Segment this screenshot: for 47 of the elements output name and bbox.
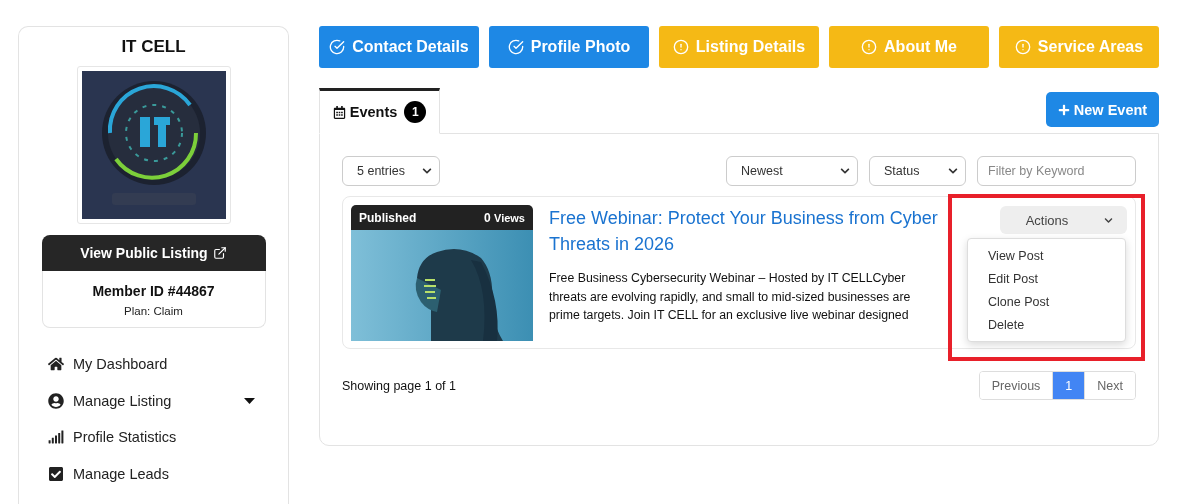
- pagination-button[interactable]: Next: [1084, 372, 1135, 399]
- user-icon: [48, 392, 64, 409]
- sidebar-item-label: Profile Statistics: [73, 429, 178, 446]
- entries-select[interactable]: 5 entries: [342, 156, 440, 186]
- sort-select[interactable]: Newest: [726, 156, 858, 186]
- count-badge: 1: [404, 101, 427, 123]
- sidebar-item-label: Manage Listing: [73, 392, 173, 409]
- checkbox-icon: [48, 465, 64, 482]
- bar-chart-icon: [48, 429, 64, 446]
- chevron-icon: [948, 166, 958, 176]
- chevron-icon: [422, 166, 432, 176]
- member-id: Member ID #44867: [92, 283, 215, 299]
- pagination-button[interactable]: 1: [1052, 372, 1085, 399]
- sidebar-item-label: Manage Leads: [73, 465, 170, 482]
- listing-name: IT CELL: [121, 37, 186, 57]
- sidebar-item[interactable]: Profile Statistics: [42, 419, 265, 456]
- menu-item[interactable]: Edit Post: [968, 267, 1125, 290]
- status-label: Published: [359, 210, 417, 225]
- menu-item[interactable]: Delete: [968, 313, 1125, 336]
- check-circle-icon: [507, 39, 524, 55]
- status-select[interactable]: Status: [869, 156, 966, 186]
- alert-circle-icon: [1014, 39, 1031, 55]
- plan-label: Plan: Claim: [124, 305, 183, 317]
- actions-button[interactable]: Actions: [1000, 206, 1127, 234]
- views-count: 0 Views: [483, 210, 525, 225]
- sidebar-item[interactable]: Manage Listing: [42, 382, 265, 419]
- events-tab[interactable]: Events 1: [319, 88, 440, 134]
- sidebar-item-label: My Dashboard: [73, 356, 169, 373]
- chevron-icon: [840, 166, 850, 176]
- view-public-listing-button[interactable]: View Public Listing: [41, 235, 266, 271]
- page-summary: Showing page 1 of 1: [342, 378, 456, 393]
- calendar-icon: [332, 105, 346, 119]
- step-button[interactable]: Contact Details: [319, 26, 479, 68]
- step-button[interactable]: Profile Photo: [489, 26, 649, 68]
- check-circle-icon: [329, 39, 346, 55]
- sidebar-item[interactable]: Manage Leads: [42, 455, 265, 492]
- sidebar-item[interactable]: My Dashboard: [42, 346, 265, 383]
- menu-item[interactable]: Clone Post: [968, 290, 1125, 313]
- home-icon: [48, 356, 64, 373]
- alert-circle-icon: [672, 39, 689, 55]
- new-event-button[interactable]: New Event: [1046, 92, 1159, 127]
- chevron-icon: [1104, 215, 1114, 225]
- plus-icon: [1057, 103, 1070, 116]
- keyword-filter-field[interactable]: Filter by Keyword: [977, 156, 1136, 186]
- event-description: Free Business Cybersecurity Webinar – Hosted by IT CELLCyber threats are evolving rapidly, and small to mid-sized businesses are prime targets. Join IT CELL for an exclusive live webinar designed: [549, 270, 912, 324]
- alert-circle-icon: [861, 39, 878, 55]
- external-link-icon: [212, 246, 227, 260]
